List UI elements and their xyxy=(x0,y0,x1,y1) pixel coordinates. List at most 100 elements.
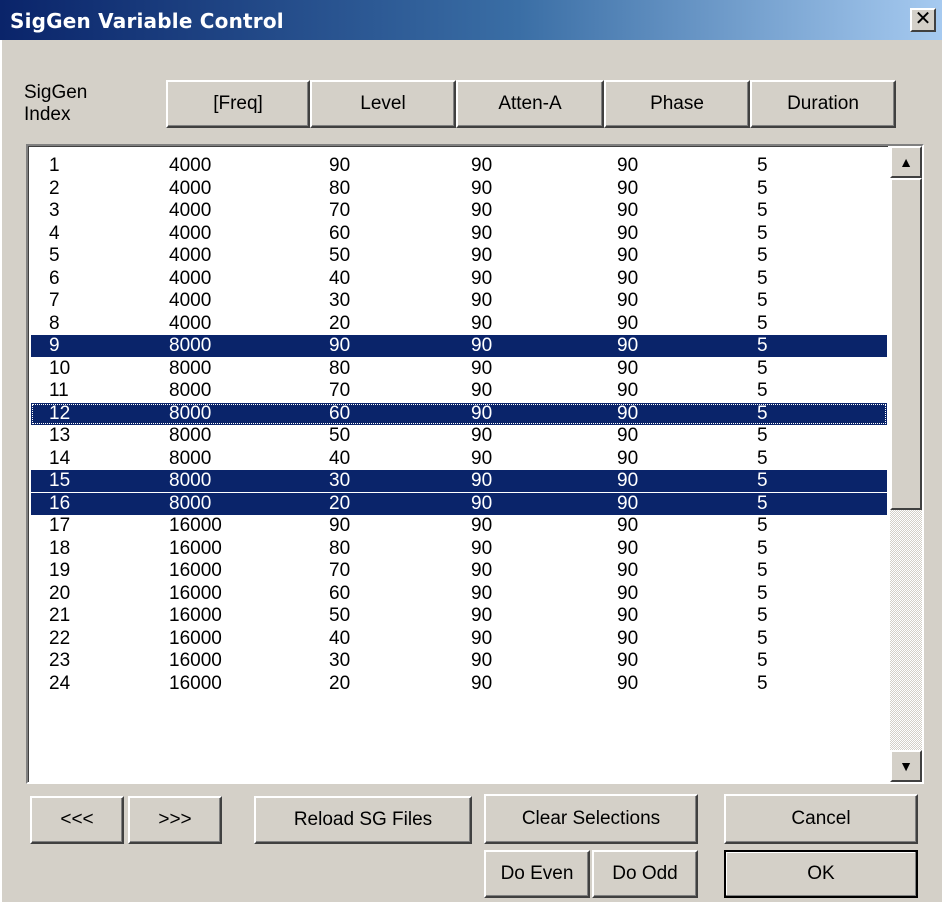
cell-phase: 90 xyxy=(617,425,639,446)
cell-level: 30 xyxy=(329,290,351,311)
cell-index: 19 xyxy=(49,560,71,581)
cell-level: 20 xyxy=(329,492,351,514)
cell-atten-a: 90 xyxy=(471,245,493,266)
table-row[interactable]: 8 4000 20 90 90 5 xyxy=(31,313,887,335)
cell-index: 12 xyxy=(49,402,71,424)
table-row[interactable]: 20 16000 60 90 90 5 xyxy=(31,583,887,605)
cell-freq: 16000 xyxy=(169,627,222,649)
cell-duration: 5 xyxy=(757,470,768,491)
cell-freq: 16000 xyxy=(169,582,222,604)
cell-index: 4 xyxy=(49,222,60,244)
table-row[interactable]: 5 4000 50 90 90 5 xyxy=(31,245,887,267)
table-row[interactable]: 15 8000 30 90 90 5 xyxy=(31,470,887,492)
cell-index: 22 xyxy=(49,627,71,649)
cell-phase: 90 xyxy=(617,402,639,424)
cell-duration: 5 xyxy=(757,605,768,626)
cell-level: 60 xyxy=(329,222,351,244)
cell-freq: 16000 xyxy=(169,605,222,626)
table-row[interactable]: 9 8000 90 90 90 5 xyxy=(31,335,887,357)
cell-duration: 5 xyxy=(757,177,768,199)
table-row[interactable]: 6 4000 40 90 90 5 xyxy=(31,268,887,290)
cell-level: 90 xyxy=(329,155,351,176)
siggen-list[interactable]: 1 4000 90 90 90 5 2 4000 80 90 90 5 3 4000 70 90 90 5 4 400… xyxy=(26,144,924,784)
cell-duration: 5 xyxy=(757,515,768,536)
cell-atten-a: 90 xyxy=(471,357,493,379)
prev-button[interactable]: <<< xyxy=(30,796,124,844)
cell-level: 90 xyxy=(329,515,351,536)
cell-atten-a: 90 xyxy=(471,515,493,536)
cell-atten-a: 90 xyxy=(471,627,493,649)
cell-duration: 5 xyxy=(757,222,768,244)
cell-index: 10 xyxy=(49,357,71,379)
cell-phase: 90 xyxy=(617,335,639,356)
table-row[interactable]: 4 4000 60 90 90 5 xyxy=(31,223,887,245)
cell-duration: 5 xyxy=(757,672,768,694)
cell-level: 20 xyxy=(329,672,351,694)
cell-atten-a: 90 xyxy=(471,605,493,626)
cell-phase: 90 xyxy=(617,627,639,649)
vertical-scrollbar[interactable]: ▲ ▼ xyxy=(890,146,922,782)
table-row[interactable]: 16 8000 20 90 90 5 xyxy=(31,492,887,515)
table-row[interactable]: 14 8000 40 90 90 5 xyxy=(31,448,887,470)
column-header-phase[interactable]: Phase xyxy=(604,80,750,128)
column-header-duration[interactable]: Duration xyxy=(750,80,896,128)
close-button[interactable]: ✕ xyxy=(910,8,936,32)
cell-freq: 16000 xyxy=(169,650,222,671)
reload-sg-files-button[interactable]: Reload SG Files xyxy=(254,796,472,844)
table-row[interactable]: 12 8000 60 90 90 5 xyxy=(31,402,887,425)
table-row[interactable]: 2 4000 80 90 90 5 xyxy=(31,178,887,200)
cell-index: 16 xyxy=(49,492,71,514)
table-row[interactable]: 1 4000 90 90 90 5 xyxy=(31,155,887,177)
scroll-up-button[interactable]: ▲ xyxy=(890,146,922,178)
cell-duration: 5 xyxy=(757,155,768,176)
cell-atten-a: 90 xyxy=(471,650,493,671)
cell-duration: 5 xyxy=(757,650,768,671)
cell-phase: 90 xyxy=(617,492,639,514)
table-row[interactable]: 22 16000 40 90 90 5 xyxy=(31,628,887,650)
cell-phase: 90 xyxy=(617,380,639,401)
ok-button[interactable]: OK xyxy=(724,850,918,898)
window-frame xyxy=(0,40,2,902)
table-row[interactable]: 7 4000 30 90 90 5 xyxy=(31,290,887,312)
table-row[interactable]: 24 16000 20 90 90 5 xyxy=(31,673,887,695)
column-header-level[interactable]: Level xyxy=(310,80,456,128)
table-row[interactable]: 18 16000 80 90 90 5 xyxy=(31,538,887,560)
table-row[interactable]: 21 16000 50 90 90 5 xyxy=(31,605,887,627)
table-row[interactable]: 17 16000 90 90 90 5 xyxy=(31,515,887,537)
siggen-index-label: SigGen Index xyxy=(24,82,88,125)
cell-duration: 5 xyxy=(757,290,768,311)
cell-atten-a: 90 xyxy=(471,560,493,581)
cell-atten-a: 90 xyxy=(471,425,493,446)
cell-level: 40 xyxy=(329,447,351,469)
do-odd-button[interactable]: Do Odd xyxy=(592,850,698,898)
scroll-down-button[interactable]: ▼ xyxy=(890,750,922,782)
table-row[interactable]: 23 16000 30 90 90 5 xyxy=(31,650,887,672)
do-even-button[interactable]: Do Even xyxy=(484,850,590,898)
cell-freq: 4000 xyxy=(169,177,212,199)
clear-selections-button[interactable]: Clear Selections xyxy=(484,794,698,844)
column-header-atten-a[interactable]: Atten-A xyxy=(456,80,604,128)
arrow-up-icon: ▲ xyxy=(899,154,913,170)
column-header-freq[interactable]: [Freq] xyxy=(166,80,310,128)
cell-duration: 5 xyxy=(757,312,768,334)
cell-level: 40 xyxy=(329,267,351,289)
table-row[interactable]: 13 8000 50 90 90 5 xyxy=(31,425,887,447)
cell-duration: 5 xyxy=(757,560,768,581)
cell-duration: 5 xyxy=(757,380,768,401)
cell-atten-a: 90 xyxy=(471,290,493,311)
cell-atten-a: 90 xyxy=(471,155,493,176)
cell-level: 60 xyxy=(329,402,351,424)
cell-duration: 5 xyxy=(757,402,768,424)
next-button[interactable]: >>> xyxy=(128,796,222,844)
cell-duration: 5 xyxy=(757,425,768,446)
table-row[interactable]: 3 4000 70 90 90 5 xyxy=(31,200,887,222)
cell-phase: 90 xyxy=(617,357,639,379)
cancel-button[interactable]: Cancel xyxy=(724,794,918,844)
table-row[interactable]: 19 16000 70 90 90 5 xyxy=(31,560,887,582)
scroll-thumb[interactable] xyxy=(890,178,922,510)
cell-level: 50 xyxy=(329,605,351,626)
table-row[interactable]: 11 8000 70 90 90 5 xyxy=(31,380,887,402)
cell-index: 3 xyxy=(49,200,60,221)
table-row[interactable]: 10 8000 80 90 90 5 xyxy=(31,358,887,380)
cell-duration: 5 xyxy=(757,335,768,356)
